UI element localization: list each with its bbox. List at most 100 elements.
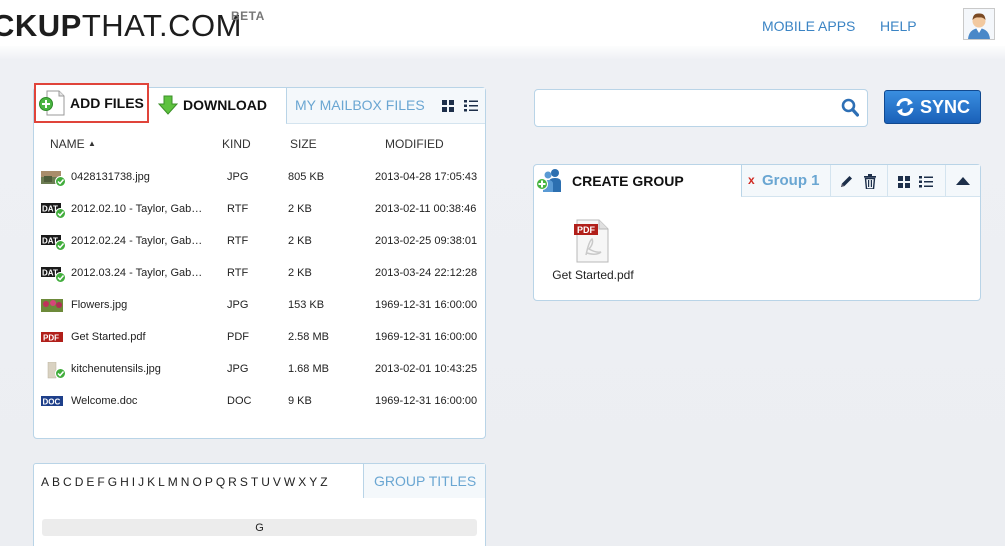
letter-x[interactable]: X	[298, 475, 306, 489]
letter-g[interactable]: G	[108, 475, 117, 489]
tab-group-1[interactable]: x Group 1	[741, 165, 980, 197]
sync-label: SYNC	[920, 96, 971, 117]
letter-u[interactable]: U	[261, 475, 270, 489]
alphabet-index: ABCDEFGHIJKLMNOPQRSTUVWXYZ	[41, 475, 331, 489]
add-files-button[interactable]: ADD FILES	[34, 83, 149, 123]
file-name: kitchenutensils.jpg	[71, 363, 161, 375]
logo-bold-text: CKUP	[0, 8, 82, 43]
grid-view-icon[interactable]	[442, 100, 454, 112]
letter-t[interactable]: T	[251, 475, 258, 489]
file-row[interactable]: 0428131738.jpg JPG 805 KB 2013-04-28 17:…	[34, 162, 485, 194]
letter-d[interactable]: D	[75, 475, 84, 489]
letter-s[interactable]: S	[240, 475, 248, 489]
doc-badge-text: DOC	[43, 398, 61, 407]
file-row[interactable]: DAT 2012.02.24 - Taylor, Gab… RTF 2 KB 2…	[34, 226, 485, 258]
letter-i[interactable]: I	[132, 475, 135, 489]
dat-file-icon: DAT	[41, 235, 66, 251]
list-view-icon[interactable]	[464, 100, 478, 112]
column-header-name[interactable]: NAME ▲	[50, 137, 96, 151]
column-header-kind[interactable]: KIND	[222, 137, 251, 151]
doc-file-icon: DOC	[41, 396, 63, 407]
file-modified: 2013-03-24 22:12:28	[375, 267, 478, 279]
files-panel: ADD FILES DOWNLOAD MY MAILBOX FILES NAME…	[33, 83, 486, 439]
file-kind: DOC	[227, 395, 252, 407]
file-name: 2012.02.10 - Taylor, Gab…	[71, 203, 203, 215]
file-modified: 2013-04-28 17:05:43	[375, 171, 478, 183]
letter-b[interactable]: B	[52, 475, 60, 489]
letter-r[interactable]: R	[228, 475, 237, 489]
file-size: 805 KB	[288, 171, 325, 183]
sync-button[interactable]: SYNC	[884, 90, 981, 124]
top-header: CKUPTHAT.COM BETA MOBILE APPS HELP	[0, 0, 1005, 46]
image-file-icon	[47, 362, 66, 379]
file-name: Welcome.doc	[71, 395, 138, 407]
list-view-icon[interactable]	[919, 176, 933, 188]
nav-help[interactable]: HELP	[880, 18, 917, 34]
file-row[interactable]: Flowers.jpg JPG 153 KB 1969-12-31 16:00:…	[34, 290, 485, 322]
column-header-modified[interactable]: MODIFIED	[385, 137, 444, 151]
search-icon[interactable]	[841, 98, 859, 118]
group-name[interactable]: Group 1	[762, 172, 820, 189]
letter-e[interactable]: E	[86, 475, 94, 489]
collapse-arrow-icon[interactable]	[956, 177, 970, 186]
column-name-label: NAME	[50, 137, 85, 151]
group-titles-label: GROUP TITLES	[374, 473, 477, 489]
tab-my-mailbox-files[interactable]: MY MAILBOX FILES	[286, 88, 485, 124]
group-file-name: Get Started.pdf	[552, 268, 634, 282]
letter-m[interactable]: M	[168, 475, 178, 489]
letter-p[interactable]: P	[205, 475, 213, 489]
file-name: 2012.03.24 - Taylor, Gab…	[71, 267, 203, 279]
grid-view-icon[interactable]	[898, 176, 910, 188]
sort-ascending-icon: ▲	[88, 139, 96, 148]
letter-o[interactable]: O	[192, 475, 201, 489]
file-size: 2 KB	[288, 203, 312, 215]
search-box	[534, 89, 868, 127]
trash-icon[interactable]	[863, 174, 877, 189]
edit-pencil-icon[interactable]	[839, 174, 854, 189]
letter-c[interactable]: C	[63, 475, 72, 489]
file-size: 9 KB	[288, 395, 312, 407]
file-row[interactable]: DAT 2012.03.24 - Taylor, Gab… RTF 2 KB 2…	[34, 258, 485, 290]
column-header-size[interactable]: SIZE	[290, 137, 317, 151]
alphabet-bar: ABCDEFGHIJKLMNOPQRSTUVWXYZ GROUP TITLES	[34, 464, 485, 498]
file-kind: JPG	[227, 363, 249, 375]
group-titles-panel: ABCDEFGHIJKLMNOPQRSTUVWXYZ GROUP TITLES …	[33, 463, 486, 546]
file-size: 153 KB	[288, 299, 325, 311]
letter-w[interactable]: W	[284, 475, 295, 489]
letter-f[interactable]: F	[97, 475, 104, 489]
image-file-icon	[41, 171, 66, 187]
letter-z[interactable]: Z	[320, 475, 327, 489]
file-size: 2 KB	[288, 267, 312, 279]
letter-section-header: G	[42, 519, 477, 536]
file-row[interactable]: PDF Get Started.pdf PDF 2.58 MB 1969-12-…	[34, 322, 485, 354]
beta-badge: BETA	[231, 9, 265, 23]
mailbox-tab-label: MY MAILBOX FILES	[295, 97, 425, 113]
letter-q[interactable]: Q	[216, 475, 225, 489]
file-modified: 2013-02-01 10:43:25	[375, 363, 478, 375]
file-modified: 2013-02-11 00:38:46	[375, 203, 477, 215]
letter-n[interactable]: N	[181, 475, 190, 489]
download-button[interactable]: DOWNLOAD	[158, 92, 267, 118]
user-avatar[interactable]	[963, 8, 995, 40]
close-group-icon[interactable]: x	[748, 173, 755, 187]
letter-j[interactable]: J	[138, 475, 144, 489]
letter-k[interactable]: K	[147, 475, 155, 489]
file-row[interactable]: DOC Welcome.doc DOC 9 KB 1969-12-31 16:0…	[34, 386, 485, 418]
letter-v[interactable]: V	[273, 475, 281, 489]
group-file-item[interactable]: PDF Get Started.pdf	[548, 219, 638, 289]
pdf-file-icon: PDF	[41, 332, 63, 343]
letter-l[interactable]: L	[158, 475, 165, 489]
logo[interactable]: CKUPTHAT.COM	[0, 8, 242, 44]
search-input[interactable]	[543, 99, 833, 119]
create-group-label: CREATE GROUP	[572, 173, 684, 189]
tab-divider	[887, 165, 888, 196]
nav-mobile-apps[interactable]: MOBILE APPS	[762, 18, 855, 34]
create-group-button[interactable]: CREATE GROUP	[536, 167, 684, 195]
letter-a[interactable]: A	[41, 475, 49, 489]
file-row[interactable]: kitchenutensils.jpg JPG 1.68 MB 2013-02-…	[34, 354, 485, 386]
tab-group-titles[interactable]: GROUP TITLES	[363, 464, 485, 498]
file-row[interactable]: DAT 2012.02.10 - Taylor, Gab… RTF 2 KB 2…	[34, 194, 485, 226]
letter-y[interactable]: Y	[309, 475, 317, 489]
letter-h[interactable]: H	[120, 475, 129, 489]
file-name: 0428131738.jpg	[71, 171, 150, 183]
